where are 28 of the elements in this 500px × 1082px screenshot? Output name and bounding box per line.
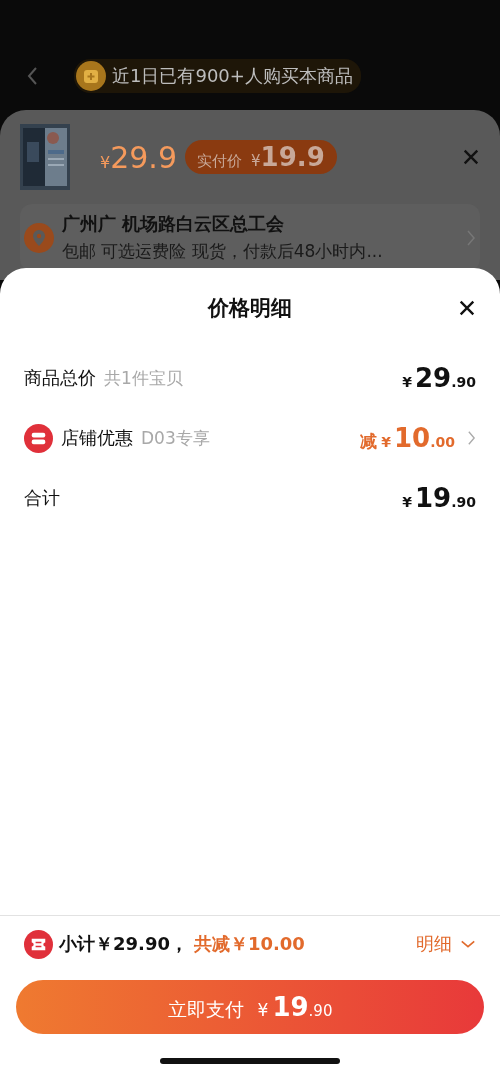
row-note: D03专享	[141, 426, 210, 450]
chevron-icon[interactable]	[467, 430, 476, 446]
row-amount: ¥29.90	[402, 363, 476, 393]
row-note: 共1件宝贝	[104, 366, 183, 390]
shop-icon	[24, 423, 53, 453]
close-icon[interactable]	[458, 299, 476, 317]
reduction-text: 共减￥10.00	[193, 932, 305, 956]
chevron-icon	[466, 228, 476, 247]
address-line: 广州广 机场路白云区总工会	[62, 212, 286, 236]
bag-icon	[76, 61, 106, 91]
delivery-info: 包邮 可选运费险 现货，付款后48小时内...	[62, 240, 383, 263]
row-label: 店铺优惠	[61, 426, 133, 450]
location-pin-icon	[24, 222, 54, 253]
address-card[interactable]: 广州广 机场路白云区总工会 包邮 可选运费险 现货，付款后48小时内...	[20, 204, 480, 271]
purchase-badge: 近1日已有900+人购买本商品	[74, 59, 361, 93]
detail-toggle[interactable]: 明细	[416, 932, 476, 956]
subtotal-text: 小计￥29.90，	[59, 932, 188, 956]
item-price: ¥29.9	[100, 139, 177, 175]
chevron-down-icon	[460, 939, 476, 949]
row-amount: ¥19.90	[402, 483, 476, 513]
coupon-icon	[24, 929, 53, 959]
row-amount: 减 ¥10.00	[360, 423, 455, 453]
back-icon[interactable]	[26, 66, 38, 86]
pay-button[interactable]: 立即支付 ¥19.90	[16, 980, 484, 1034]
actual-price-tag: 实付价 ¥19.9	[185, 140, 337, 174]
row-label: 商品总价	[24, 366, 96, 390]
sheet-title: 价格明细	[208, 295, 292, 322]
row-label: 合计	[24, 486, 60, 510]
